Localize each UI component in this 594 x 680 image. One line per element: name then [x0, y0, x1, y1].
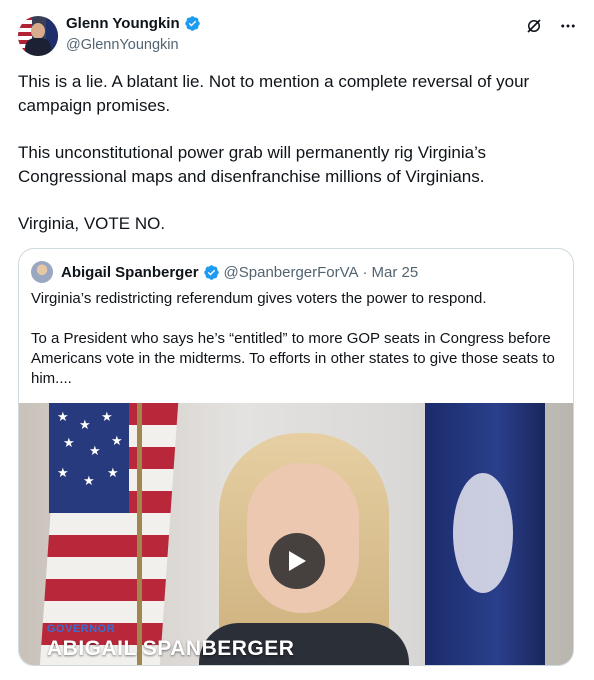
us-flag-canton: ★ ★ ★ ★ ★ ★ ★ ★ ★	[49, 403, 129, 513]
play-icon	[289, 551, 306, 571]
play-button[interactable]	[269, 533, 325, 589]
grok-icon-glyph	[527, 19, 541, 33]
avatar-face	[31, 23, 45, 39]
quote-date[interactable]: Mar 25	[372, 264, 419, 281]
author-handle[interactable]: @GlennYoungkin	[66, 37, 179, 53]
verified-badge-icon	[203, 264, 219, 280]
avatar-suit	[25, 38, 51, 56]
video-chyron: ABIGAIL SPANBERGER	[47, 637, 295, 660]
grok-icon[interactable]	[524, 16, 544, 36]
quote-video[interactable]: ★ ★ ★ ★ ★ ★ ★ ★ ★ GOVERNOR ABIGAIL SPANBERGER	[19, 403, 573, 665]
author-display-name[interactable]: Glenn Youngkin	[66, 15, 180, 32]
quote-handle[interactable]: @SpanbergerForVA	[224, 264, 359, 281]
quote-paragraph: Virginia’s redistricting referendum give…	[31, 290, 487, 307]
quote-header: Abigail Spanberger @SpanbergerForVA · Ma…	[31, 261, 418, 283]
quoted-tweet[interactable]: Abigail Spanberger @SpanbergerForVA · Ma…	[18, 248, 574, 666]
tweet-paragraph: Virginia, VOTE NO.	[18, 214, 166, 233]
tweet-actions	[524, 16, 578, 36]
flag-pole	[137, 403, 142, 665]
quote-display-name[interactable]: Abigail Spanberger	[61, 264, 199, 281]
more-icon-glyph	[561, 24, 575, 28]
tweet-text: This is a lie. A blatant lie. Not to men…	[18, 70, 574, 236]
tweet-paragraph: This is a lie. A blatant lie. Not to men…	[18, 72, 530, 115]
author-name-row: Glenn Youngkin	[66, 15, 201, 32]
tweet-paragraph: This unconstitutional power grab will pe…	[18, 143, 487, 186]
quote-avatar[interactable]	[31, 261, 53, 283]
quote-separator: ·	[362, 263, 368, 281]
author-avatar[interactable]	[18, 16, 58, 56]
tweet[interactable]: Glenn Youngkin @GlennYoungkin This is a …	[0, 0, 594, 680]
virginia-seal-image	[453, 473, 513, 593]
verified-badge-icon	[184, 16, 200, 31]
quote-paragraph: To a President who says he’s “entitled” …	[31, 330, 555, 387]
more-icon[interactable]	[558, 16, 578, 36]
quote-text: Virginia’s redistricting referendum give…	[31, 289, 561, 389]
video-chyron-subtitle: GOVERNOR	[47, 623, 116, 635]
